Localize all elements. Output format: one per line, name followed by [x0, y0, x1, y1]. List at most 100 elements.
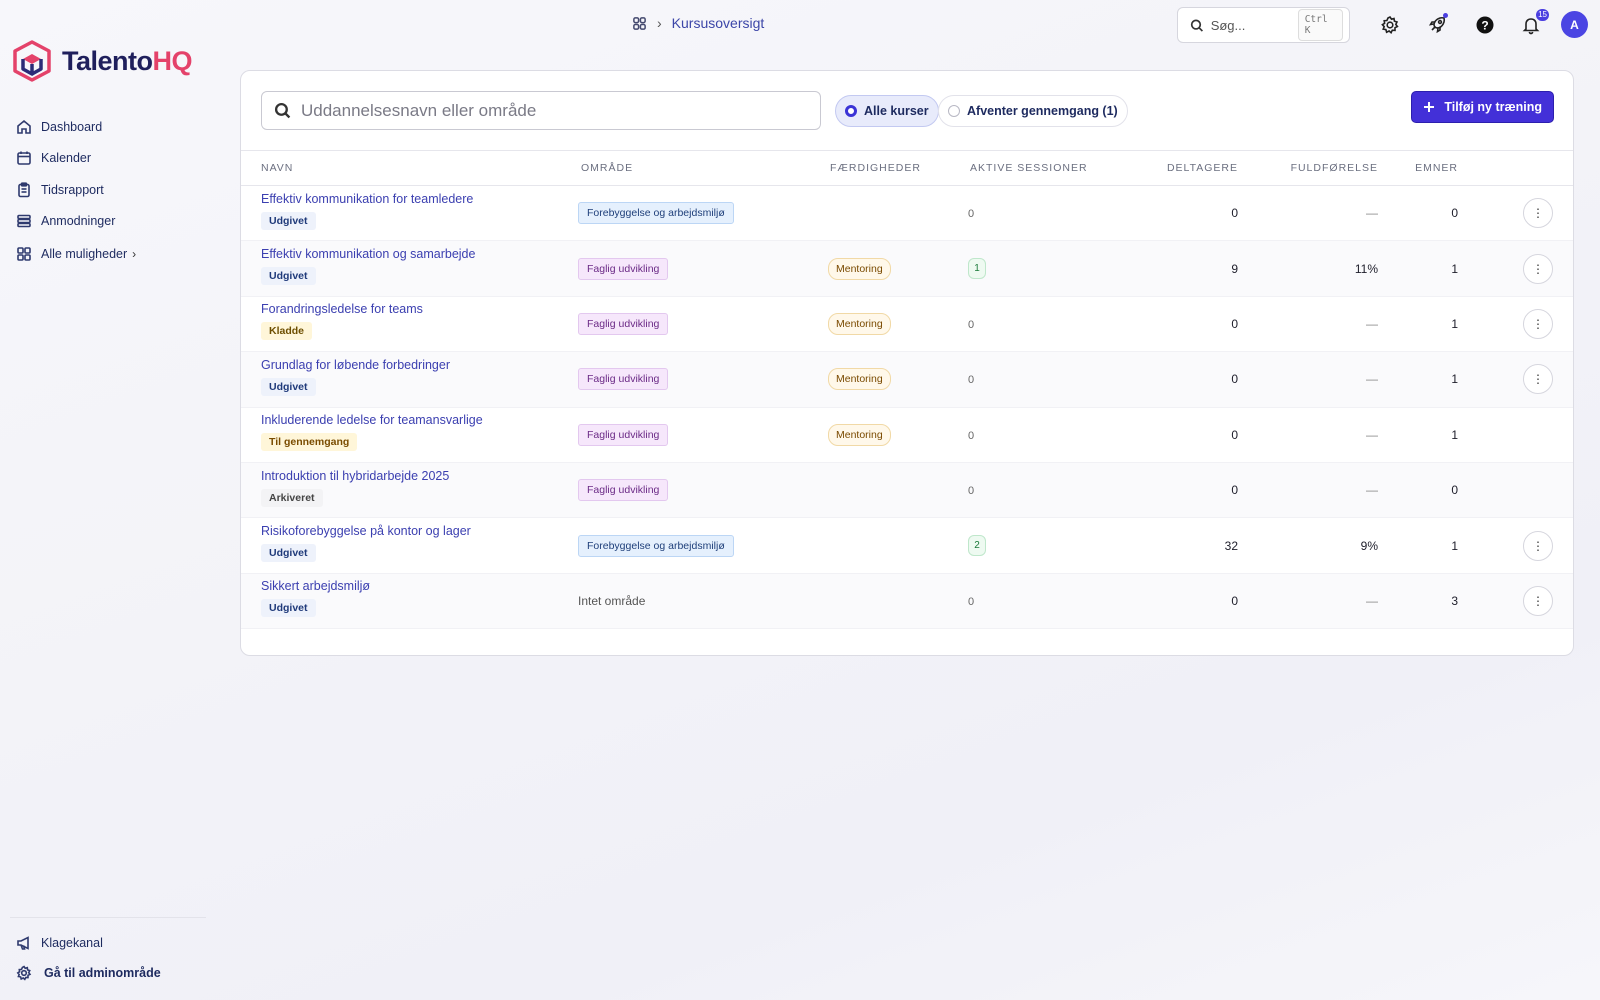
breadcrumb: › Kursusoversigt: [632, 15, 764, 31]
sidebar-item-dashboard[interactable]: Dashboard: [16, 111, 115, 143]
table-row[interactable]: Effektiv kommunikation og samarbejde Udg…: [241, 240, 1573, 297]
sidebar-item-label: Klagekanal: [41, 936, 103, 950]
global-search-input[interactable]: [1210, 17, 1291, 33]
area-tag: Intet område: [578, 593, 646, 608]
table-row[interactable]: Sikkert arbejdsmiljø Udgivet Intet områd…: [241, 573, 1573, 629]
cell-completion: 9%: [1360, 538, 1378, 553]
column-header-completion[interactable]: Fuldførelse: [1238, 151, 1378, 186]
active-sessions-value: 0: [968, 374, 975, 387]
sidebar-item-anmodninger[interactable]: Anmodninger: [16, 206, 115, 238]
cell-actions: [1458, 407, 1573, 462]
area-tag: Faglig udvikling: [578, 368, 669, 391]
active-sessions-badge: 1: [968, 258, 986, 280]
cell-skills: [828, 462, 968, 517]
add-training-button[interactable]: Tilføj ny træning: [1411, 91, 1554, 123]
row-actions-button[interactable]: ⋮: [1523, 198, 1553, 229]
cell-active-sessions: 1: [968, 241, 1128, 296]
course-title-link[interactable]: Grundlag for løbende forbedringer: [261, 358, 578, 372]
table-row[interactable]: Introduktion til hybridarbejde 2025 Arki…: [241, 462, 1573, 518]
new-dot: [1443, 13, 1448, 18]
sidebar-item-kalender[interactable]: Kalender: [16, 143, 115, 175]
area-tag: Faglig udvikling: [578, 312, 669, 335]
active-sessions-value: 0: [968, 429, 975, 442]
global-search[interactable]: Ctrl K: [1177, 7, 1350, 43]
help-button[interactable]: ?: [1473, 13, 1497, 37]
row-actions-button[interactable]: ⋮: [1523, 364, 1553, 395]
course-title-link[interactable]: Forandringsledelse for teams: [261, 302, 578, 316]
course-table: Navn Område Færdigheder Aktive sessioner…: [241, 150, 1573, 629]
sidebar-item-klagekanal[interactable]: Klagekanal: [16, 928, 161, 958]
brand-name: TalentoHQ: [62, 45, 192, 76]
cell-participants: 9: [1231, 261, 1238, 276]
course-overview-card: Alle kurser Afventer gennemgang (1) Tilf…: [240, 70, 1574, 656]
course-title-link[interactable]: Introduktion til hybridarbejde 2025: [261, 469, 578, 483]
rocket-icon: [1428, 16, 1446, 34]
column-header-active-sessions[interactable]: Aktive sessioner: [968, 151, 1128, 186]
chevron-right-icon: ›: [132, 247, 137, 261]
table-row[interactable]: Grundlag for løbende forbedringer Udgive…: [241, 351, 1573, 408]
row-actions-button[interactable]: ⋮: [1523, 585, 1553, 616]
area-tag: Faglig udvikling: [578, 423, 669, 446]
column-header-topics[interactable]: Emner: [1378, 151, 1458, 186]
course-title-link[interactable]: Risikoforebyggelse på kontor og lager: [261, 524, 578, 538]
grid-icon: [17, 247, 31, 261]
table-row[interactable]: Forandringsledelse for teams Kladde Fagl…: [241, 296, 1573, 352]
skill-tag: Mentoring: [828, 312, 891, 335]
sidebar-item-alle-muligheder[interactable]: Alle muligheder ›: [16, 246, 136, 262]
cell-skills: Mentoring: [828, 352, 968, 407]
notifications-button[interactable]: 15: [1519, 9, 1549, 37]
more-vertical-icon: ⋮: [1532, 538, 1544, 553]
filter-pending-review[interactable]: Afventer gennemgang (1): [938, 95, 1128, 127]
table-body: Effektiv kommunikation for teamledere Ud…: [241, 186, 1573, 629]
area-tag: Forebyggelse og arbejdsmiljø: [578, 534, 734, 557]
apps-grid-icon[interactable]: [632, 16, 647, 31]
plus-icon: [1424, 102, 1435, 112]
active-sessions-value: 0: [968, 485, 975, 498]
row-actions-button[interactable]: ⋮: [1523, 308, 1553, 339]
filter-all-courses[interactable]: Alle kurser: [835, 95, 939, 127]
sidebar-item-tidsrapport[interactable]: Tidsrapport: [16, 174, 115, 206]
course-search[interactable]: [261, 91, 821, 130]
cell-completion: —: [1366, 206, 1378, 221]
course-title-link[interactable]: Inkluderende ledelse for teamansvarlige: [261, 413, 578, 427]
column-header-area[interactable]: Område: [578, 151, 828, 186]
status-badge: Arkiveret: [261, 488, 323, 507]
cell-completion: —: [1366, 427, 1378, 442]
course-search-input[interactable]: [301, 100, 806, 121]
table-row[interactable]: Inkluderende ledelse for teamansvarlige …: [241, 407, 1573, 463]
row-actions-button[interactable]: ⋮: [1523, 530, 1553, 561]
cell-active-sessions: 2: [968, 518, 1128, 573]
course-title-link[interactable]: Effektiv kommunikation for teamledere: [261, 192, 578, 206]
column-header-actions: [1458, 151, 1573, 186]
avatar[interactable]: A: [1561, 11, 1588, 38]
skill-tag: Mentoring: [828, 368, 891, 391]
row-actions-button[interactable]: ⋮: [1523, 253, 1553, 284]
onboarding-button[interactable]: [1425, 13, 1449, 37]
table-row[interactable]: Risikoforebyggelse på kontor og lager Ud…: [241, 518, 1573, 574]
column-header-skills[interactable]: Færdigheder: [828, 151, 968, 186]
cell-name: Sikkert arbejdsmiljø Udgivet: [241, 573, 578, 628]
course-title-link[interactable]: Effektiv kommunikation og samarbejde: [261, 247, 578, 261]
cell-participants: 0: [1231, 593, 1238, 608]
cell-topics: 1: [1451, 427, 1458, 442]
cell-active-sessions: 0: [968, 462, 1128, 517]
more-vertical-icon: ⋮: [1532, 261, 1544, 276]
column-header-participants[interactable]: Deltagere: [1128, 151, 1238, 186]
cell-completion: —: [1366, 483, 1378, 498]
cell-area: Faglig udvikling: [578, 352, 828, 407]
sidebar-nav: Dashboard Kalender Tidsrapport Anmodning…: [16, 111, 115, 237]
logo[interactable]: TalentoHQ: [12, 40, 192, 82]
table-row[interactable]: Effektiv kommunikation for teamledere Ud…: [241, 186, 1573, 241]
sidebar-item-admin[interactable]: Gå til adminområde: [16, 958, 161, 988]
status-badge: Udgivet: [261, 211, 316, 230]
clipboard-icon: [18, 182, 30, 198]
settings-button[interactable]: [1378, 13, 1402, 37]
cell-name: Effektiv kommunikation for teamledere Ud…: [241, 186, 578, 241]
breadcrumb-current[interactable]: Kursusoversigt: [672, 15, 765, 31]
course-title-link[interactable]: Sikkert arbejdsmiljø: [261, 579, 578, 593]
gear-icon: [16, 965, 32, 981]
cell-topics: 0: [1451, 206, 1458, 221]
column-header-name[interactable]: Navn: [241, 151, 578, 186]
sidebar-item-label: Gå til adminområde: [44, 966, 161, 980]
cell-active-sessions: 0: [968, 573, 1128, 628]
